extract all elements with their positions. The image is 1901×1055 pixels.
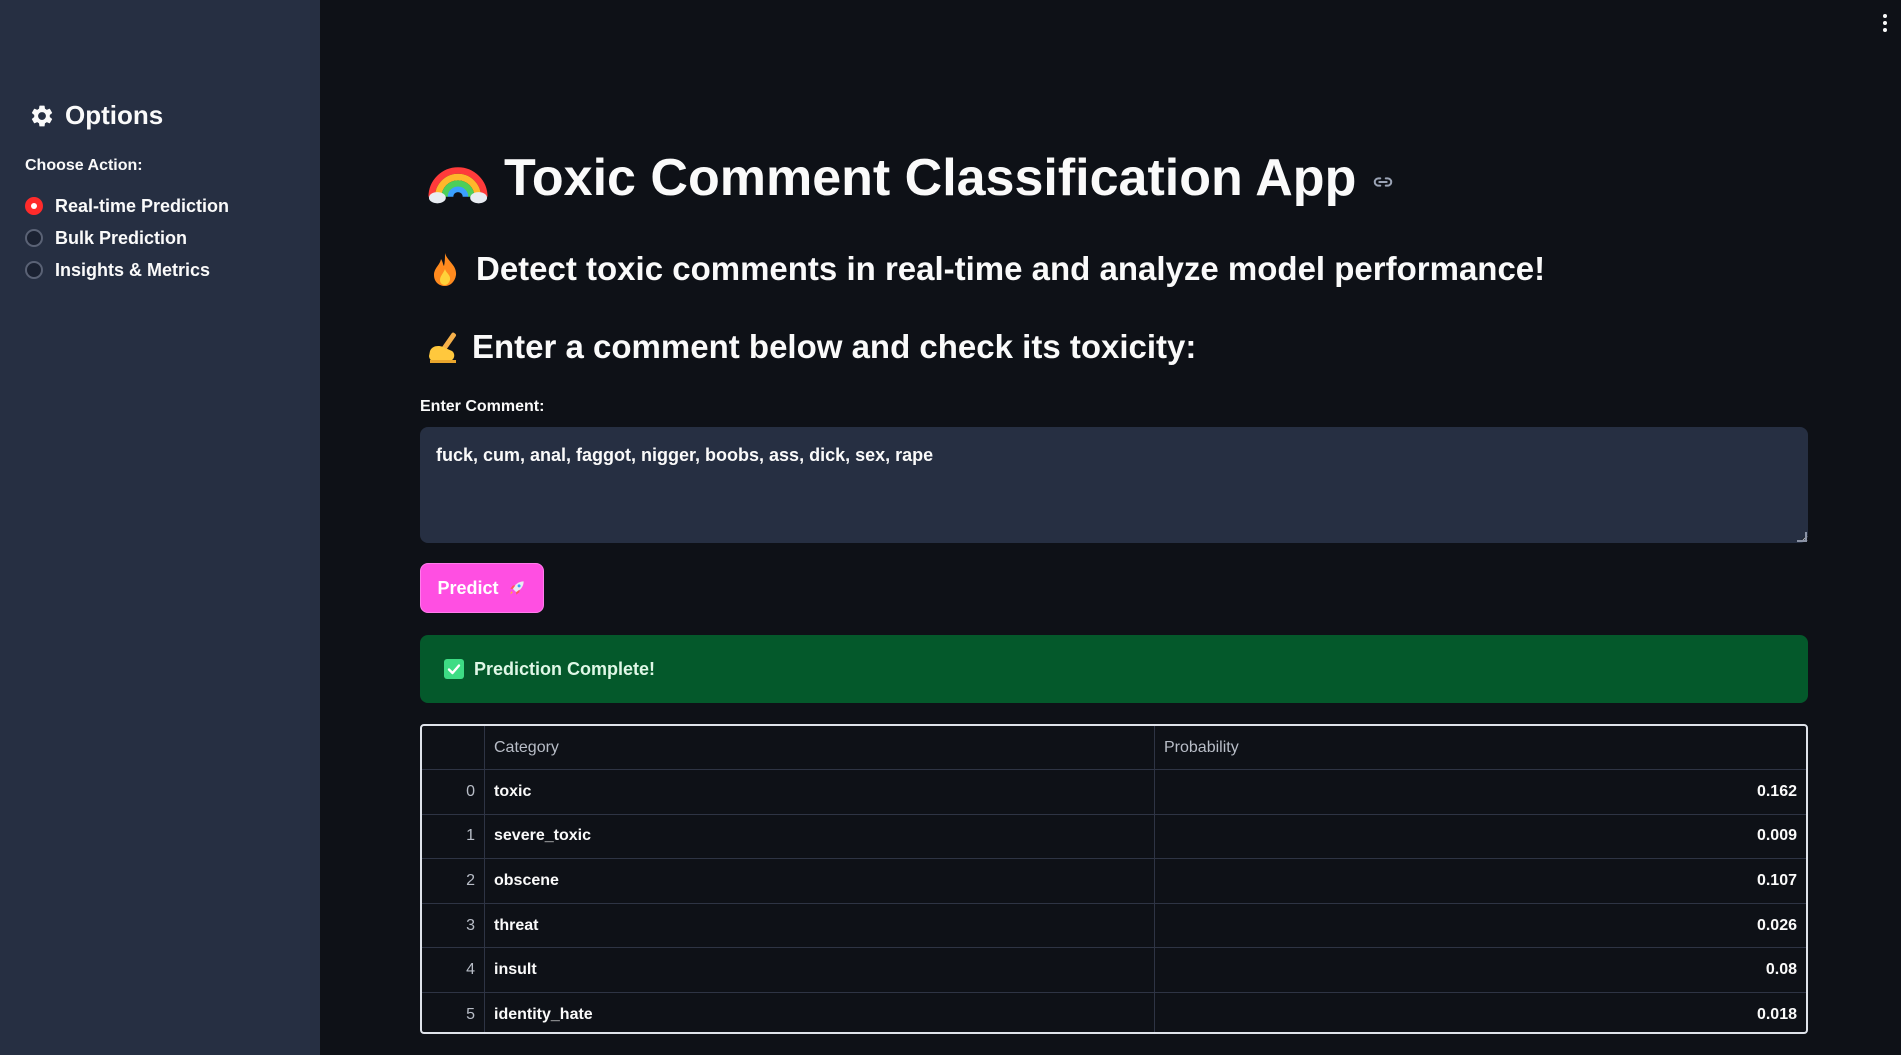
radio-label: Real-time Prediction [55,195,230,216]
row-index: 5 [422,992,485,1032]
row-probability: 0.018 [1756,1005,1797,1023]
row-index: 3 [422,903,485,949]
page-title: Toxic Comment Classification App [428,148,1394,208]
check-mark-icon [444,659,464,679]
table-row: 5 identity_hate 0.018 [422,992,1806,1032]
row-index: 1 [422,814,485,860]
subtitle-text: Detect toxic comments in real-time and a… [476,250,1546,287]
row-probability: 0.08 [1154,947,1806,993]
table-header-row: Category Probability [422,726,1806,770]
writing-hand-emoji-icon [429,332,456,363]
table-row: 2 obscene 0.107 [422,858,1806,904]
radio-label: Insights & Metrics [55,259,211,280]
table-row: 4 insult 0.08 [422,947,1806,993]
results-table-grid: Category Probability 0 toxic 0.162 1 sev… [422,726,1806,1032]
rocket-emoji-icon [509,581,524,595]
row-index: 0 [422,769,485,815]
predict-button-label: Predict [437,577,499,598]
table-row: 0 toxic 0.162 [422,769,1806,815]
page-subtitle: Detect toxic comments in real-time and a… [428,250,1545,288]
row-category: identity_hate [484,992,1155,1032]
instruction-heading: Enter a comment below and check its toxi… [426,328,1196,366]
title-text: Toxic Comment Classification App [504,149,1357,207]
table-header-probability[interactable]: Probability [1154,726,1806,770]
radio-button-checked[interactable] [25,197,43,215]
row-index: 4 [422,947,485,993]
radio-insights-metrics[interactable]: Insights & Metrics [25,254,229,286]
comment-textarea[interactable]: fuck, cum, anal, faggot, nigger, boobs, … [420,427,1808,543]
success-message: Prediction Complete! [474,658,656,679]
row-probability: 0.026 [1154,903,1806,949]
fire-emoji-icon [434,253,457,286]
resize-handle-icon[interactable] [1797,532,1807,542]
row-probability: 0.107 [1154,858,1806,904]
radio-button[interactable] [25,229,43,247]
row-category: insult [484,947,1155,993]
sidebar-header: Options [29,100,163,131]
table-header-category[interactable]: Category [484,726,1155,770]
table-row: 1 severe_toxic 0.009 [422,814,1806,860]
rainbow-emoji-icon [428,167,488,204]
row-probability: 0.009 [1154,814,1806,860]
row-index: 2 [422,858,485,904]
predict-button[interactable]: Predict [420,563,544,613]
instruction-text: Enter a comment below and check its toxi… [472,328,1197,365]
success-alert: Prediction Complete! [420,635,1808,703]
radio-button[interactable] [25,261,43,279]
row-category: severe_toxic [484,814,1155,860]
sidebar-header-text: Options [65,100,164,130]
table-row: 3 threat 0.026 [422,903,1806,949]
gear-icon [31,105,53,126]
link-icon[interactable] [1372,171,1394,193]
results-table[interactable]: Category Probability 0 toxic 0.162 1 sev… [420,724,1808,1034]
row-category: obscene [484,858,1155,904]
action-radio-group: Real-time Prediction Bulk Prediction Ins… [25,190,229,286]
radio-label: Bulk Prediction [55,227,188,248]
row-probability: 0.162 [1154,769,1806,815]
radio-realtime-prediction[interactable]: Real-time Prediction [25,190,229,222]
table-header-index[interactable] [422,726,485,770]
choose-action-label: Choose Action: [25,157,143,174]
sidebar: Options Choose Action: Real-time Predict… [0,0,320,1055]
kebab-menu-icon[interactable] [1883,14,1887,32]
row-category: threat [484,903,1155,949]
radio-bulk-prediction[interactable]: Bulk Prediction [25,222,229,254]
comment-field-label: Enter Comment: [420,398,545,415]
row-category: toxic [484,769,1155,815]
